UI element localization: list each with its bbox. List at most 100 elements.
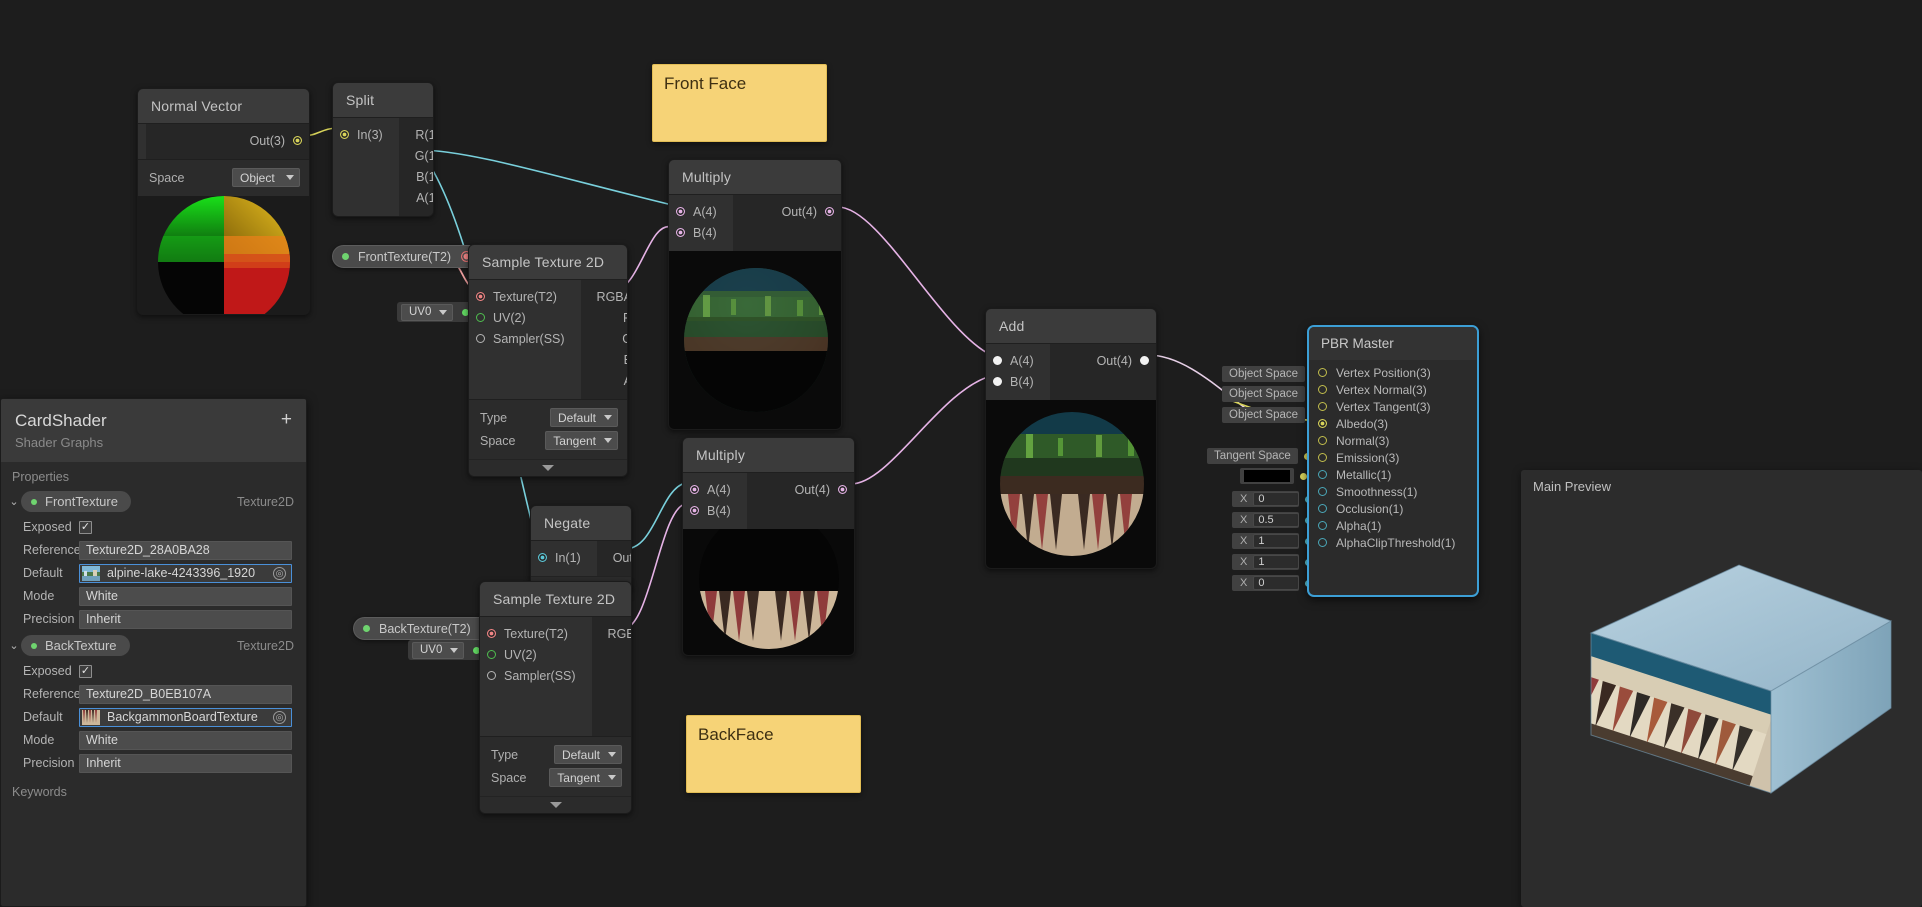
reference-input[interactable]: Texture2D_28A0BA28 — [79, 540, 292, 560]
port-dot-icon[interactable] — [1318, 453, 1327, 462]
alpha-clip-threshold-field[interactable]: X 0 — [1232, 575, 1300, 591]
property-pill-front-texture[interactable]: FrontTexture(T2) — [332, 245, 482, 268]
precision-dropdown[interactable]: Inherit — [79, 609, 292, 629]
space-dropdown[interactable]: Tangent — [545, 431, 618, 450]
node-pbr-master[interactable]: PBR Master Vertex Position(3) Vertex Nor… — [1307, 325, 1479, 597]
smoothness-field[interactable]: X 0.5 — [1232, 512, 1300, 528]
port-dot-icon[interactable] — [487, 650, 496, 659]
front-precision-row[interactable]: Precision Inherit — [1, 608, 306, 630]
metallic-field[interactable]: X 0 — [1232, 491, 1300, 507]
back-reference-row[interactable]: Reference Texture2D_B0EB107A — [1, 683, 306, 705]
port-dot-icon[interactable] — [1318, 538, 1327, 547]
port-out[interactable]: Out(4) — [1050, 350, 1156, 371]
master-slot-alpha[interactable]: X 1 — [1232, 554, 1313, 570]
port-out-a[interactable]: A(1) — [592, 707, 631, 728]
occlusion-value[interactable]: 1 — [1253, 534, 1300, 548]
property-row-front-texture[interactable]: ⌄ FrontTexture Texture2D — [1, 488, 306, 515]
port-dot-icon[interactable] — [476, 313, 485, 322]
node-multiply-top[interactable]: Multiply A(4) B(4) Out(4) — [668, 159, 842, 430]
port-dot-icon[interactable] — [293, 136, 302, 145]
port-dot-icon[interactable] — [1318, 402, 1327, 411]
port-dot-icon[interactable] — [538, 553, 547, 562]
back-precision-row[interactable]: Precision Inherit — [1, 752, 306, 774]
port-dot-icon[interactable] — [476, 334, 485, 343]
port-out-r[interactable]: R(1) — [592, 644, 631, 665]
smoothness-value[interactable]: 0.5 — [1253, 513, 1300, 527]
port-out-g[interactable]: G(1) — [581, 328, 627, 349]
sticky-note-front-face[interactable]: Front Face — [652, 64, 827, 142]
port-out-a[interactable]: A(1) — [581, 370, 627, 391]
default-texture-field[interactable]: BackgammonBoardTexture ◎ — [79, 707, 292, 727]
master-row-vertex-normal[interactable]: Vertex Normal(3) — [1309, 381, 1477, 398]
port-out-r[interactable]: R(1) — [581, 307, 627, 328]
collapse-preview-toggle[interactable] — [469, 459, 627, 476]
port-in-a[interactable]: A(4) — [683, 479, 747, 500]
port-out[interactable]: Out(4) — [747, 479, 854, 500]
port-dot-icon[interactable] — [476, 292, 485, 301]
port-in-sampler[interactable]: Sampler(SS) — [469, 328, 581, 349]
port-dot-icon[interactable] — [1318, 487, 1327, 496]
space-control-row[interactable]: Space Object — [149, 167, 300, 188]
port-out-b[interactable]: B(1) — [581, 349, 627, 370]
type-dropdown[interactable]: Default — [549, 408, 618, 427]
collapse-preview-toggle[interactable] — [480, 796, 631, 813]
port-out-b[interactable]: B(1) — [399, 166, 433, 187]
port-dot-icon[interactable] — [1318, 521, 1327, 530]
space-dropdown[interactable]: Object — [232, 168, 300, 187]
port-in-texture[interactable]: Texture(T2) — [469, 286, 581, 307]
node-add[interactable]: Add A(4) B(4) Out(4) — [985, 308, 1157, 569]
front-default-row[interactable]: Default alpine-lake-4243396_1920 ◎ — [1, 562, 306, 584]
port-in-b[interactable]: B(4) — [669, 222, 733, 243]
port-dot-icon[interactable] — [1318, 504, 1327, 513]
node-sample-texture-2d-back[interactable]: Sample Texture 2D Texture(T2) UV(2) Samp… — [479, 581, 632, 814]
back-mode-row[interactable]: Mode White — [1, 729, 306, 751]
sticky-note-back-face[interactable]: BackFace — [686, 715, 861, 793]
slot-value[interactable]: Tangent Space — [1207, 448, 1298, 464]
back-default-row[interactable]: Default BackgammonBoardTexture ◎ — [1, 706, 306, 728]
master-row-vertex-tangent[interactable]: Vertex Tangent(3) — [1309, 398, 1477, 415]
port-out-a[interactable]: A(1) — [399, 187, 433, 208]
type-dropdown[interactable]: Default — [553, 745, 622, 764]
port-in-uv[interactable]: UV(2) — [469, 307, 581, 328]
master-row-albedo[interactable]: Albedo(3) — [1309, 415, 1477, 432]
port-dot-icon[interactable] — [1318, 385, 1327, 394]
property-name-pill[interactable]: BackTexture — [21, 635, 130, 656]
mode-dropdown[interactable]: White — [79, 586, 292, 606]
color-swatch[interactable] — [1244, 470, 1290, 482]
front-mode-row[interactable]: Mode White — [1, 585, 306, 607]
reference-input[interactable]: Texture2D_B0EB107A — [79, 684, 292, 704]
node-multiply-bottom[interactable]: Multiply A(4) B(4) Out(4) — [682, 437, 855, 656]
uv-dropdown[interactable]: UV0 — [401, 303, 454, 321]
property-row-back-texture[interactable]: ⌄ BackTexture Texture2D — [1, 632, 306, 659]
master-slot-normal[interactable]: Tangent Space — [1207, 448, 1311, 464]
port-dot-icon[interactable] — [838, 485, 847, 494]
port-in-texture[interactable]: Texture(T2) — [480, 623, 592, 644]
port-dot-icon[interactable] — [487, 671, 496, 680]
master-row-smoothness[interactable]: Smoothness(1) — [1309, 483, 1477, 500]
uv-channel-block-front[interactable]: UV0 — [397, 302, 478, 322]
alpha-clip-threshold-value[interactable]: 0 — [1253, 576, 1300, 590]
port-out-b[interactable]: B(1) — [592, 686, 631, 707]
master-slot-vertex-tangent[interactable]: Object Space — [1222, 407, 1319, 423]
port-dot-icon[interactable] — [825, 207, 834, 216]
port-out-rgba[interactable]: RGBA(4) — [581, 286, 627, 307]
blackboard-panel[interactable]: CardShader Shader Graphs + Properties ⌄ … — [0, 398, 307, 907]
master-slot-emission[interactable] — [1240, 468, 1307, 484]
port-dot-icon[interactable] — [690, 506, 699, 515]
uv-channel-block-back[interactable]: UV0 — [408, 640, 489, 660]
port-out-r[interactable]: R(1) — [399, 124, 433, 145]
master-row-alpha-clip-threshold[interactable]: AlphaClipThreshold(1) — [1309, 534, 1477, 551]
port-dot-icon[interactable] — [1318, 419, 1327, 428]
emission-color-field[interactable] — [1240, 468, 1294, 484]
space-control-row[interactable]: Space Tangent — [491, 767, 622, 788]
port-out-g[interactable]: G(1) — [399, 145, 433, 166]
master-slot-smoothness[interactable]: X 0.5 — [1232, 512, 1313, 528]
port-out[interactable]: Out(1) — [597, 547, 631, 568]
port-dot-icon[interactable] — [1300, 472, 1307, 480]
port-dot-icon[interactable] — [1318, 436, 1327, 445]
node-normal-vector[interactable]: Normal Vector Out(3) Space Object — [137, 88, 310, 315]
port-dot-icon[interactable] — [1140, 356, 1149, 365]
slot-value[interactable]: Object Space — [1222, 386, 1306, 402]
port-dot-icon[interactable] — [1318, 368, 1327, 377]
object-picker-icon[interactable]: ◎ — [273, 710, 286, 724]
